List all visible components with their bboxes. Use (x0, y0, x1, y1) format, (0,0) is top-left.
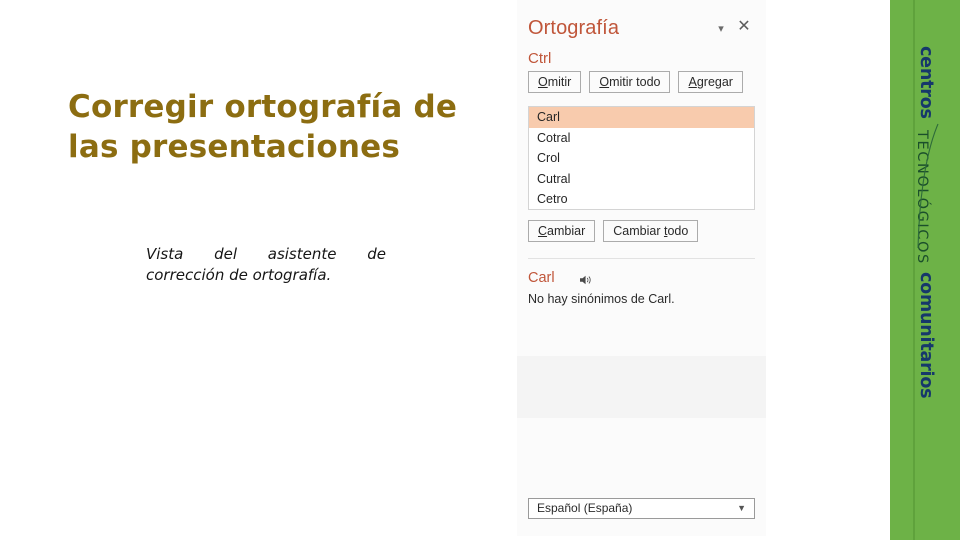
language-select-label: Español (España) (537, 501, 633, 515)
cambiar-todo-button[interactable]: Cambiar todo (603, 220, 699, 242)
slide-caption: Vista del asistente de corrección de ort… (146, 245, 386, 285)
misspelled-word: Ctrl (528, 50, 552, 67)
pane-filler-band (517, 356, 766, 418)
synonym-note: No hay sinónimos de Carl. (528, 292, 675, 306)
chevron-down-icon: ▼ (737, 503, 746, 513)
close-icon[interactable]: ✕ (736, 18, 752, 34)
brand-swoosh-icon (916, 122, 942, 252)
list-item[interactable]: Carl (529, 107, 754, 128)
language-select[interactable]: Español (España) ▼ (528, 498, 755, 519)
ignore-button-row: Omitir Omitir todo Agregar (528, 71, 743, 93)
brand-line-comunitarios: comunitarios (916, 272, 936, 399)
brand-sidebar: centros TECNOLÓGICOS comunitarios VICEPR… (890, 0, 960, 540)
page-title: Corregir ortografía de las presentacione… (68, 89, 458, 165)
change-button-row: Cambiar Cambiar todo (528, 220, 699, 242)
brand-logotype: centros TECNOLÓGICOS comunitarios (890, 0, 960, 430)
spelling-pane-title: Ortografía (528, 17, 620, 39)
list-item[interactable]: Crol (529, 148, 754, 169)
suggestion-list[interactable]: Carl Cotral Crol Cutral Cetro (528, 106, 755, 210)
omitir-todo-button[interactable]: Omitir todo (589, 71, 671, 93)
list-item[interactable]: Cetro (529, 189, 754, 209)
list-item[interactable]: Cotral (529, 128, 754, 149)
synonym-word: Carl (528, 270, 555, 286)
chevron-down-icon[interactable]: ▾ (714, 22, 728, 36)
divider (528, 258, 755, 259)
speaker-icon[interactable] (579, 273, 593, 285)
brand-line-centros: centros (916, 46, 936, 119)
agregar-button[interactable]: Agregar (678, 71, 743, 93)
cambiar-button[interactable]: Cambiar (528, 220, 596, 242)
omitir-button[interactable]: Omitir (528, 71, 582, 93)
spelling-pane: Ortografía ▾ ✕ Ctrl Omitir Omitir todo A… (517, 0, 766, 536)
list-item[interactable]: Cutral (529, 169, 754, 190)
